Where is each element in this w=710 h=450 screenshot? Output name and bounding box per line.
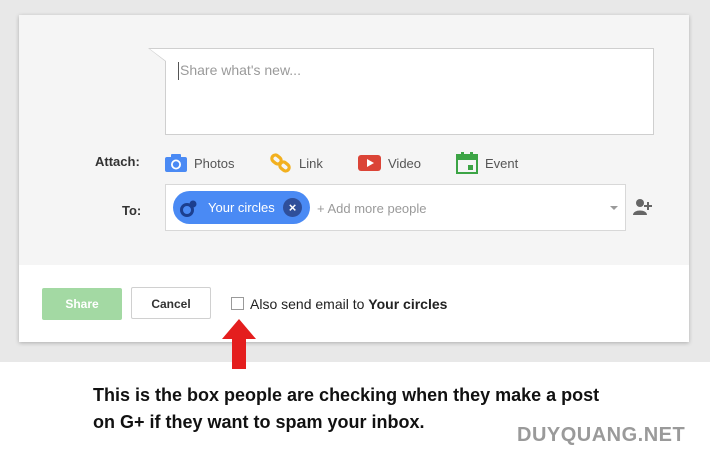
email-label-prefix: Also send email to [250, 296, 369, 312]
red-arrow-icon [222, 319, 256, 369]
calendar-icon [456, 152, 478, 174]
circles-icon [180, 200, 197, 217]
email-checkbox[interactable] [231, 297, 244, 310]
camera-icon [165, 154, 187, 172]
recipient-chip[interactable]: Your circles × [173, 191, 310, 224]
video-icon [358, 155, 381, 171]
share-button[interactable]: Share [42, 288, 122, 320]
attach-link-label: Link [299, 155, 323, 171]
attach-label: Attach: [95, 154, 140, 169]
attach-event-button[interactable]: Event [456, 152, 518, 174]
add-people-input[interactable]: + Add more people [317, 201, 427, 216]
attach-photos-label: Photos [194, 155, 235, 171]
compose-placeholder: Share what's new... [180, 62, 301, 78]
share-dialog: Share what's new... Attach: Photos Link … [19, 15, 689, 342]
to-label: To: [122, 203, 142, 218]
compose-input[interactable]: Share what's new... [165, 48, 654, 135]
recipients-field[interactable]: Your circles × + Add more people [165, 184, 626, 231]
attach-event-label: Event [485, 155, 519, 171]
attach-video-label: Video [388, 155, 422, 171]
cancel-button[interactable]: Cancel [131, 287, 211, 319]
link-icon [270, 153, 291, 173]
chevron-down-icon[interactable] [610, 206, 618, 210]
text-caret [178, 62, 179, 80]
remove-recipient-icon[interactable]: × [283, 198, 302, 217]
add-person-icon[interactable] [633, 198, 653, 216]
email-checkbox-label: Also send email to Your circles [250, 296, 447, 312]
attach-video-button[interactable]: Video [358, 152, 421, 174]
attach-photos-button[interactable]: Photos [165, 152, 234, 174]
recipient-chip-label: Your circles [208, 200, 275, 215]
watermark: DUYQUANG.NET [517, 424, 686, 446]
email-label-target: Your circles [368, 296, 448, 312]
attach-link-button[interactable]: Link [270, 152, 323, 174]
compose-tail-fill [150, 49, 166, 61]
